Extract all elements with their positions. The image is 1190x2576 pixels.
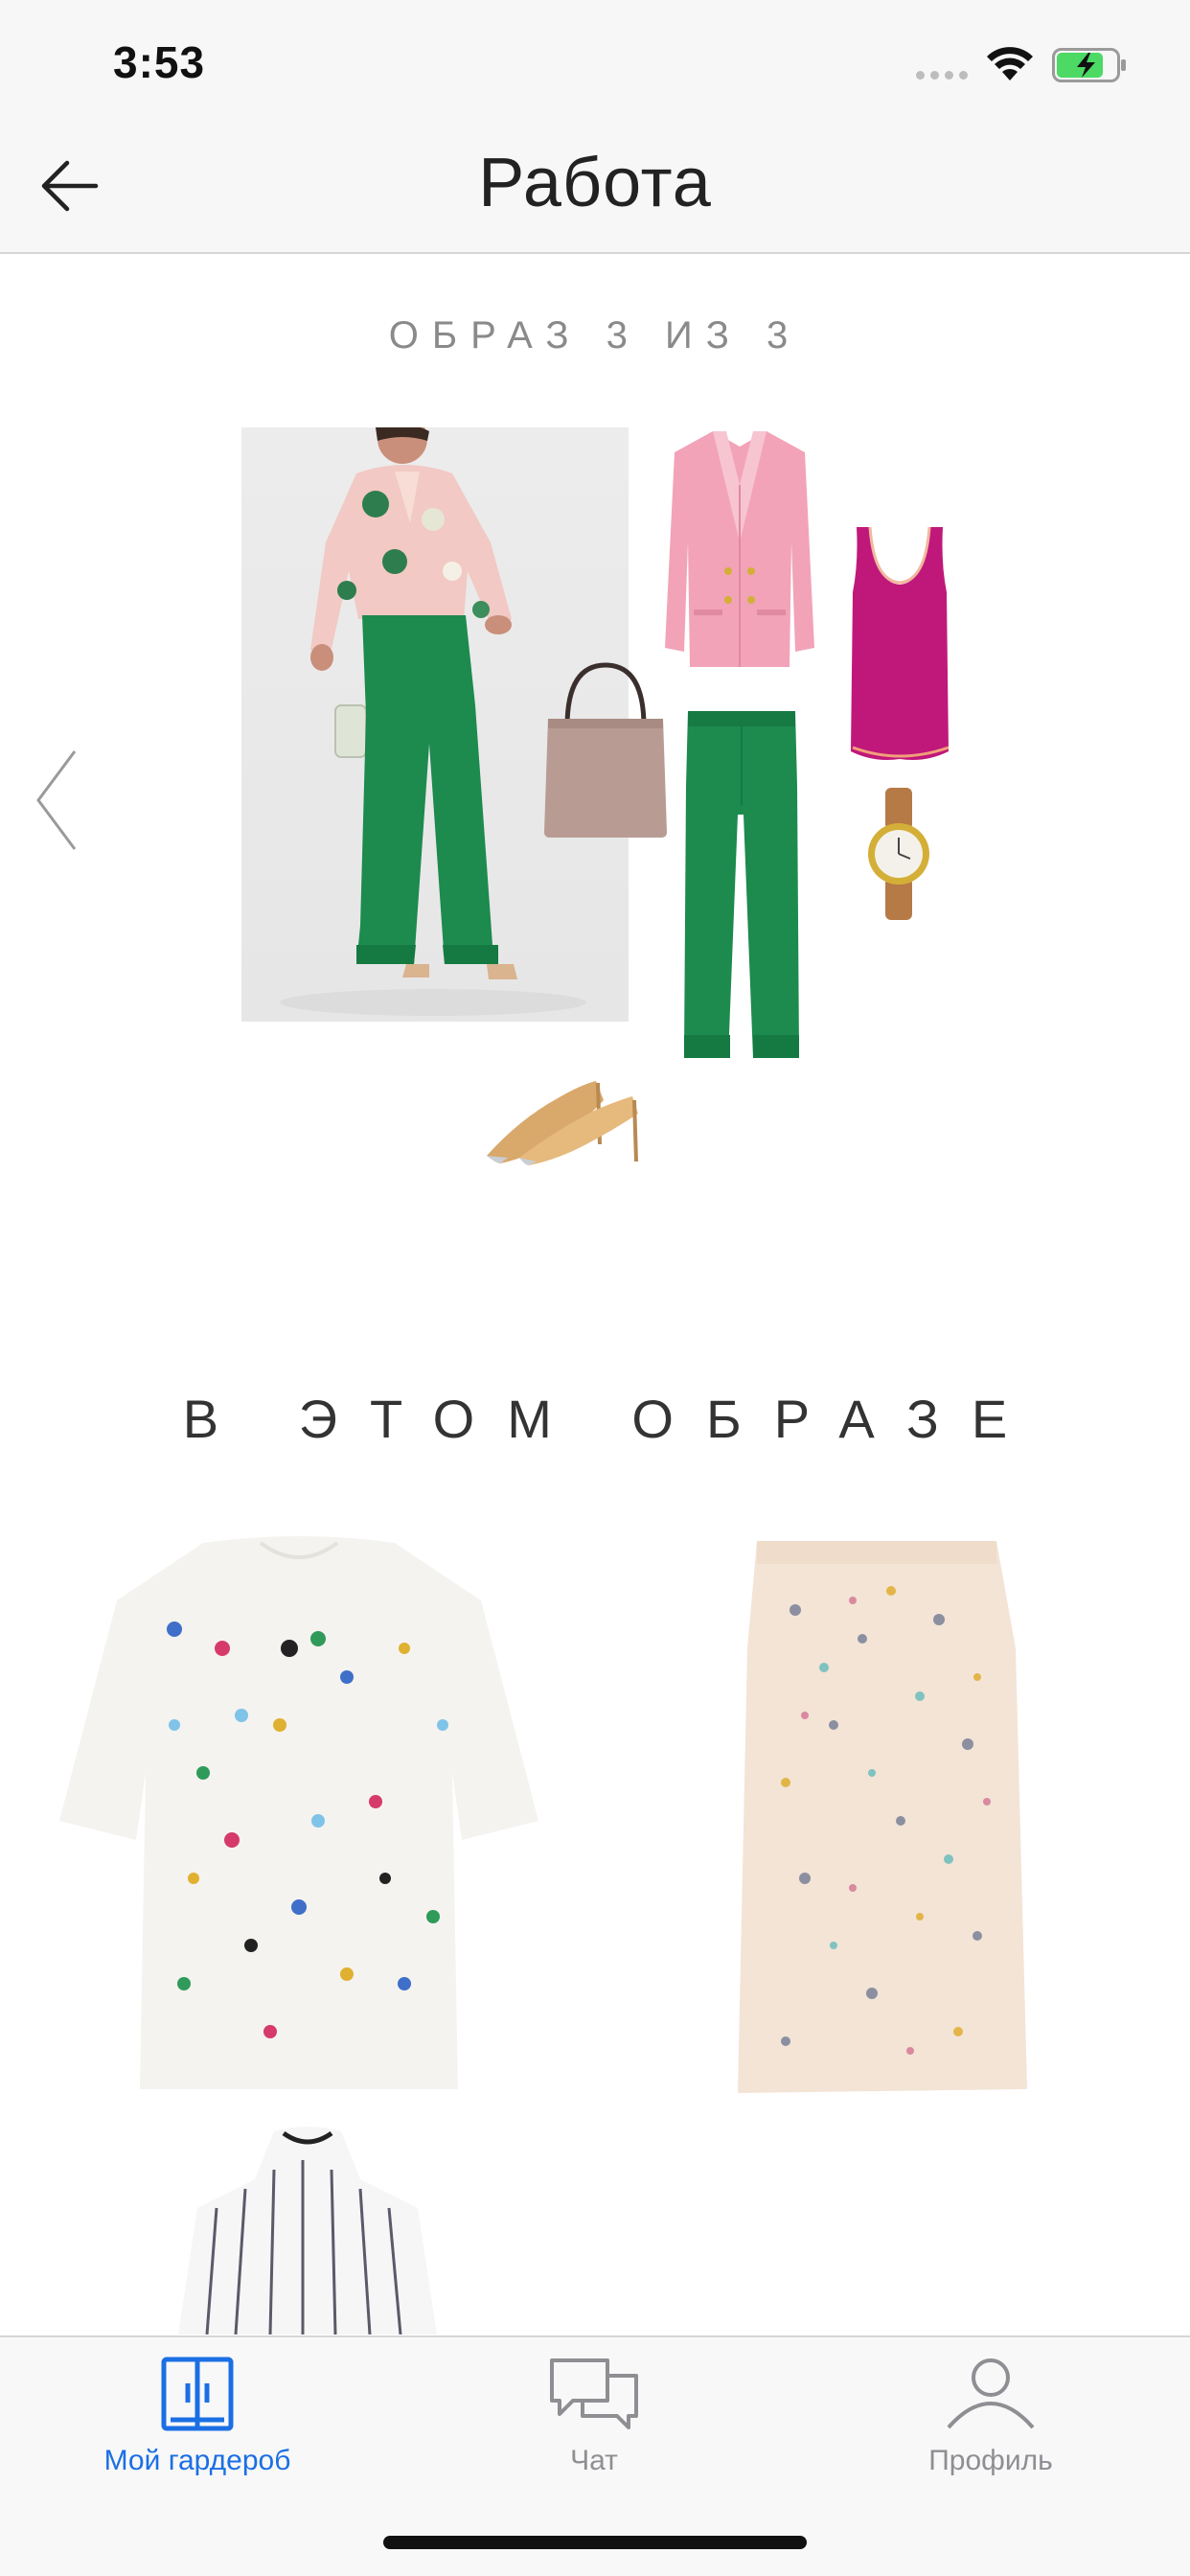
home-indicator[interactable] — [383, 2536, 807, 2549]
tab-label: Профиль — [928, 2445, 1053, 2476]
chat-icon — [550, 2358, 638, 2429]
status-time: 3:53 — [113, 37, 206, 87]
tab-my-wardrobe[interactable]: Мой гардероб — [54, 2357, 341, 2510]
tab-label: Чат — [570, 2445, 618, 2476]
green-trousers-item[interactable] — [682, 709, 801, 1066]
tab-profile[interactable]: Профиль — [847, 2357, 1134, 2510]
striped-top-image — [178, 2127, 437, 2334]
embellished-skirt-image — [738, 1541, 1027, 2093]
magenta-top-item[interactable] — [849, 525, 950, 761]
wrist-watch-item[interactable] — [862, 788, 935, 920]
look-counter: ОБРАЗ 3 ИЗ 3 — [388, 314, 802, 356]
cellular-signal-icon — [916, 71, 968, 80]
section-title: В ЭТОМ ОБРАЗЕ — [182, 1389, 1041, 1449]
tab-label: Мой гардероб — [103, 2445, 291, 2476]
tab-chat[interactable]: Чат — [450, 2357, 738, 2510]
product-embellished-top[interactable] — [59, 1533, 538, 2099]
product-embellished-skirt[interactable] — [728, 1533, 1035, 2104]
gold-pumps-item[interactable] — [481, 1062, 644, 1169]
wifi-icon — [987, 47, 1033, 80]
tote-bag-item[interactable] — [540, 659, 671, 840]
profile-icon — [947, 2358, 1035, 2429]
navigation-bar: Работа — [0, 125, 1190, 254]
product-striped-top[interactable] — [178, 2122, 437, 2334]
status-bar: 3:53 — [0, 0, 1190, 125]
previous-look-arrow-icon[interactable] — [29, 748, 86, 853]
embellished-top-image — [59, 1536, 538, 2089]
wardrobe-icon — [161, 2357, 234, 2431]
page-title: Работа — [478, 145, 712, 221]
pink-blazer-item[interactable] — [661, 427, 818, 673]
battery-charging-icon — [1052, 48, 1126, 82]
